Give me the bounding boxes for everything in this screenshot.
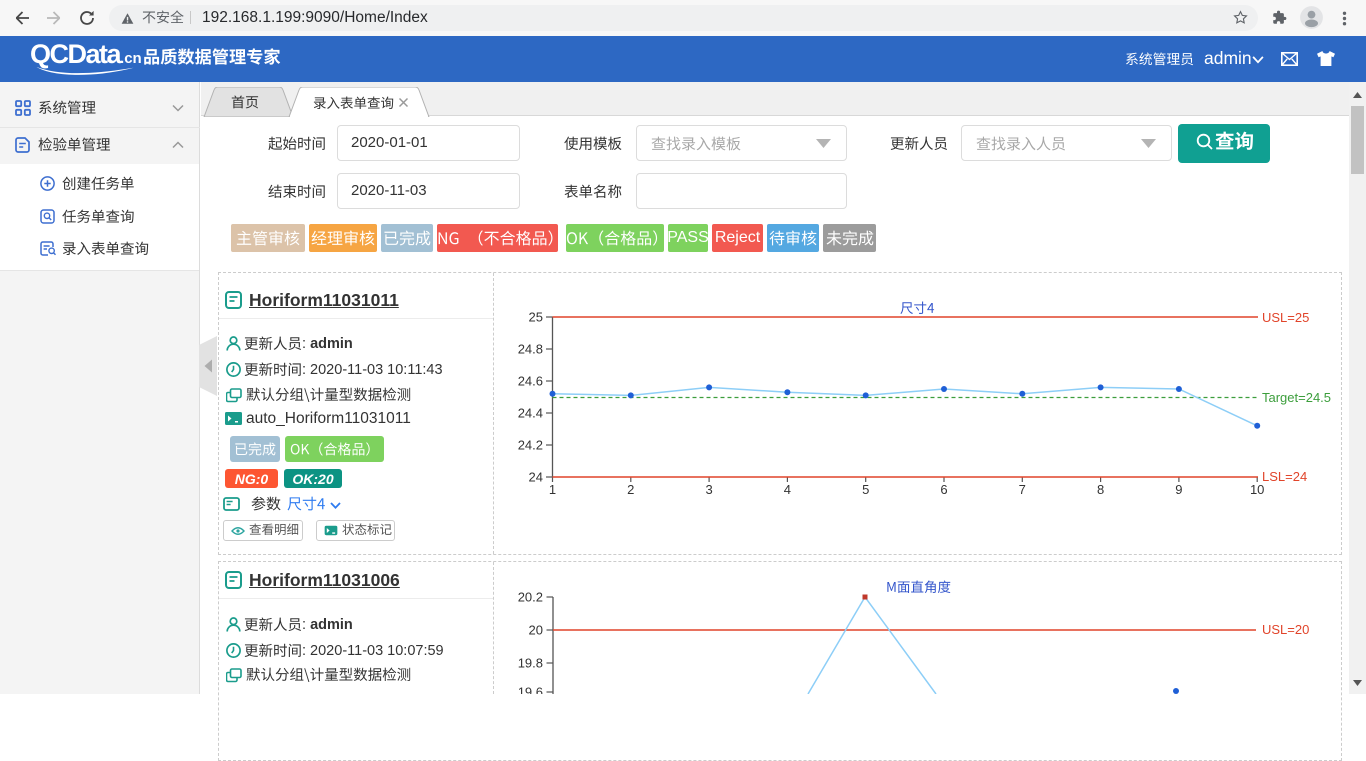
svg-text:24.6: 24.6 — [518, 374, 543, 389]
svg-text:5: 5 — [862, 482, 869, 497]
svg-text:6: 6 — [940, 482, 947, 497]
svg-text:20: 20 — [529, 623, 543, 638]
svg-text:1: 1 — [549, 482, 556, 497]
svg-text:8: 8 — [1097, 482, 1104, 497]
svg-text:25: 25 — [529, 310, 543, 325]
svg-text:LSL=24: LSL=24 — [1262, 469, 1307, 484]
svg-text:9: 9 — [1175, 482, 1182, 497]
svg-text:24: 24 — [529, 470, 543, 485]
svg-text:7: 7 — [1019, 482, 1026, 497]
svg-text:3: 3 — [705, 482, 712, 497]
svg-text:USL=25: USL=25 — [1262, 310, 1309, 325]
svg-text:20.2: 20.2 — [518, 590, 543, 605]
svg-text:10: 10 — [1250, 482, 1264, 497]
svg-text:Target=24.5: Target=24.5 — [1262, 390, 1331, 405]
svg-text:4: 4 — [784, 482, 791, 497]
svg-text:19.8: 19.8 — [518, 656, 543, 671]
svg-text:24.8: 24.8 — [518, 342, 543, 357]
svg-text:24.2: 24.2 — [518, 438, 543, 453]
svg-text:USL=20: USL=20 — [1262, 622, 1309, 637]
svg-text:19.6: 19.6 — [518, 685, 543, 695]
svg-text:24.4: 24.4 — [518, 406, 543, 421]
svg-text:2: 2 — [627, 482, 634, 497]
